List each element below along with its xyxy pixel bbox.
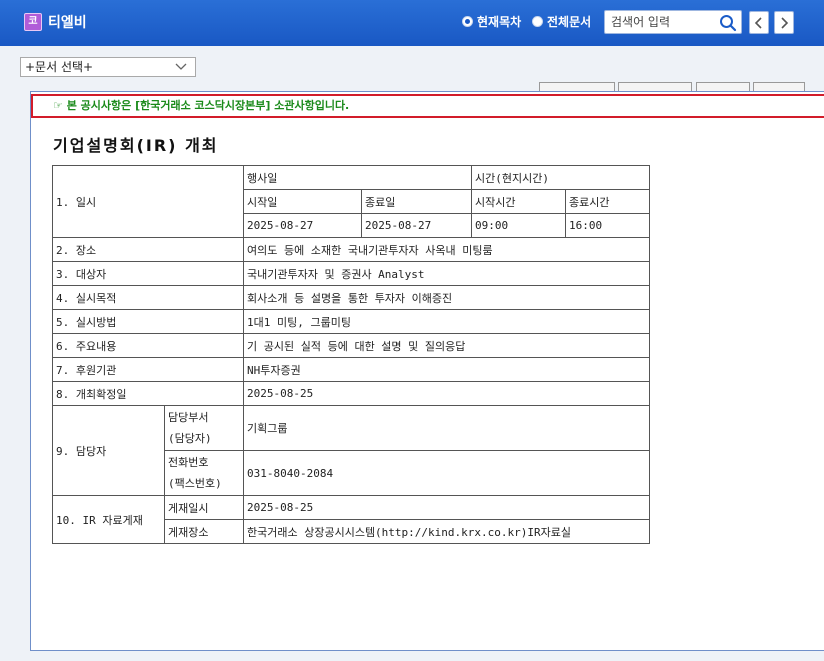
scope-all-radio[interactable]: 전체문서 (532, 13, 591, 30)
row-label: 1. 일시 (52, 165, 244, 238)
scope-current-radio[interactable]: 현재목차 (462, 13, 521, 30)
document-panel: ☞ 본 공시사항은 [한국거래소 코스닥시장본부] 소관사항입니다. 기업설명회… (30, 91, 824, 651)
table-cell: 1대1 미팅, 그룹미팅 (243, 309, 650, 334)
app-title: 티엘비 (48, 15, 87, 31)
column-header: 시작시간 (471, 189, 566, 214)
radio-selected-icon (462, 16, 473, 27)
sub-label: 담당부서 (담당자) (164, 405, 244, 451)
table-row: 5. 실시방법 1대1 미팅, 그룹미팅 (52, 309, 650, 334)
table-row: 2. 장소 여의도 등에 소재한 국내기관투자자 사옥내 미팅룸 (52, 237, 650, 262)
ir-info-table: 1. 일시 행사일 시간(현지시간) 시작일 종료일 시작시간 종료시간 202… (52, 165, 650, 544)
search-icon[interactable] (719, 14, 737, 32)
scope-all-label: 전체문서 (547, 15, 592, 29)
table-cell: 기획그룹 (243, 405, 650, 451)
chevron-down-icon (175, 63, 187, 70)
row-label: 4. 실시목적 (52, 285, 244, 310)
table-cell: 기 공시된 실적 등에 대한 설명 및 질의응답 (243, 333, 650, 358)
app-logo-icon: 코 (24, 13, 42, 31)
scope-current-label: 현재목차 (477, 15, 522, 29)
table-cell: 2025-08-27 (361, 213, 472, 238)
document-select-value: +문서 선택+ (25, 60, 94, 74)
document-select[interactable]: +문서 선택+ (20, 57, 196, 77)
top-bar: 코 티엘비 현재목차 전체문서 (0, 0, 824, 46)
radio-unselected-icon (532, 16, 543, 27)
table-row: 10. IR 자료게재 게재일시 2025-08-25 (52, 495, 650, 544)
table-cell: 09:00 (471, 213, 566, 238)
search-input[interactable] (611, 13, 711, 31)
column-header: 행사일 (243, 165, 472, 190)
prev-button[interactable] (749, 11, 769, 34)
table-cell: 국내기관투자자 및 증권사 Analyst (243, 261, 650, 286)
table-cell: 한국거래소 상장공시시스템(http://kind.krx.co.kr)IR자료… (243, 519, 650, 544)
table-row: 6. 주요내용 기 공시된 실적 등에 대한 설명 및 질의응답 (52, 333, 650, 358)
table-cell: 여의도 등에 소재한 국내기관투자자 사옥내 미팅룸 (243, 237, 650, 262)
notice-banner: ☞ 본 공시사항은 [한국거래소 코스닥시장본부] 소관사항입니다. (31, 94, 824, 118)
column-header: 종료일 (361, 189, 472, 214)
table-cell: 031-8040-2084 (243, 450, 650, 496)
chevron-right-icon (781, 16, 789, 29)
row-label: 3. 대상자 (52, 261, 244, 286)
table-cell: 2025-08-27 (243, 213, 362, 238)
table-cell: 2025-08-25 (243, 495, 650, 520)
table-cell: NH투자증권 (243, 357, 650, 382)
table-row: 3. 대상자 국내기관투자자 및 증권사 Analyst (52, 261, 650, 286)
sub-label-line: 전화번호 (168, 456, 209, 469)
table-row: 4. 실시목적 회사소개 등 설명을 통한 투자자 이해증진 (52, 285, 650, 310)
table-cell: 회사소개 등 설명을 통한 투자자 이해증진 (243, 285, 650, 310)
column-header: 종료시간 (565, 189, 650, 214)
row-label: 7. 후원기관 (52, 357, 244, 382)
sub-label-line: 담당부서 (168, 411, 209, 424)
sub-label-line: (담당자) (168, 432, 212, 445)
row-label: 8. 개최확정일 (52, 381, 244, 406)
sub-label: 전화번호 (팩스번호) (164, 450, 244, 496)
row-label: 5. 실시방법 (52, 309, 244, 334)
row-label: 6. 주요내용 (52, 333, 244, 358)
table-cell: 16:00 (565, 213, 650, 238)
table-row: 9. 담당자 담당부서 (담당자) 기획그룹 (52, 405, 650, 496)
search-box (604, 10, 742, 34)
sub-label: 게재일시 (164, 495, 244, 520)
row-label: 9. 담당자 (52, 405, 165, 496)
table-row: 7. 후원기관 NH투자증권 (52, 357, 650, 382)
page-title: 기업설명회(IR) 개최 (53, 136, 219, 155)
sub-label: 게재장소 (164, 519, 244, 544)
row-label: 2. 장소 (52, 237, 244, 262)
next-button[interactable] (774, 11, 794, 34)
column-header: 시간(현지시간) (471, 165, 650, 190)
sub-label-line: (팩스번호) (168, 477, 222, 490)
table-row: 8. 개최확정일 2025-08-25 (52, 381, 650, 406)
table-cell: 2025-08-25 (243, 381, 650, 406)
column-header: 시작일 (243, 189, 362, 214)
chevron-left-icon (754, 16, 762, 29)
row-label: 10. IR 자료게재 (52, 495, 165, 544)
table-row: 1. 일시 행사일 시간(현지시간) (52, 165, 650, 238)
